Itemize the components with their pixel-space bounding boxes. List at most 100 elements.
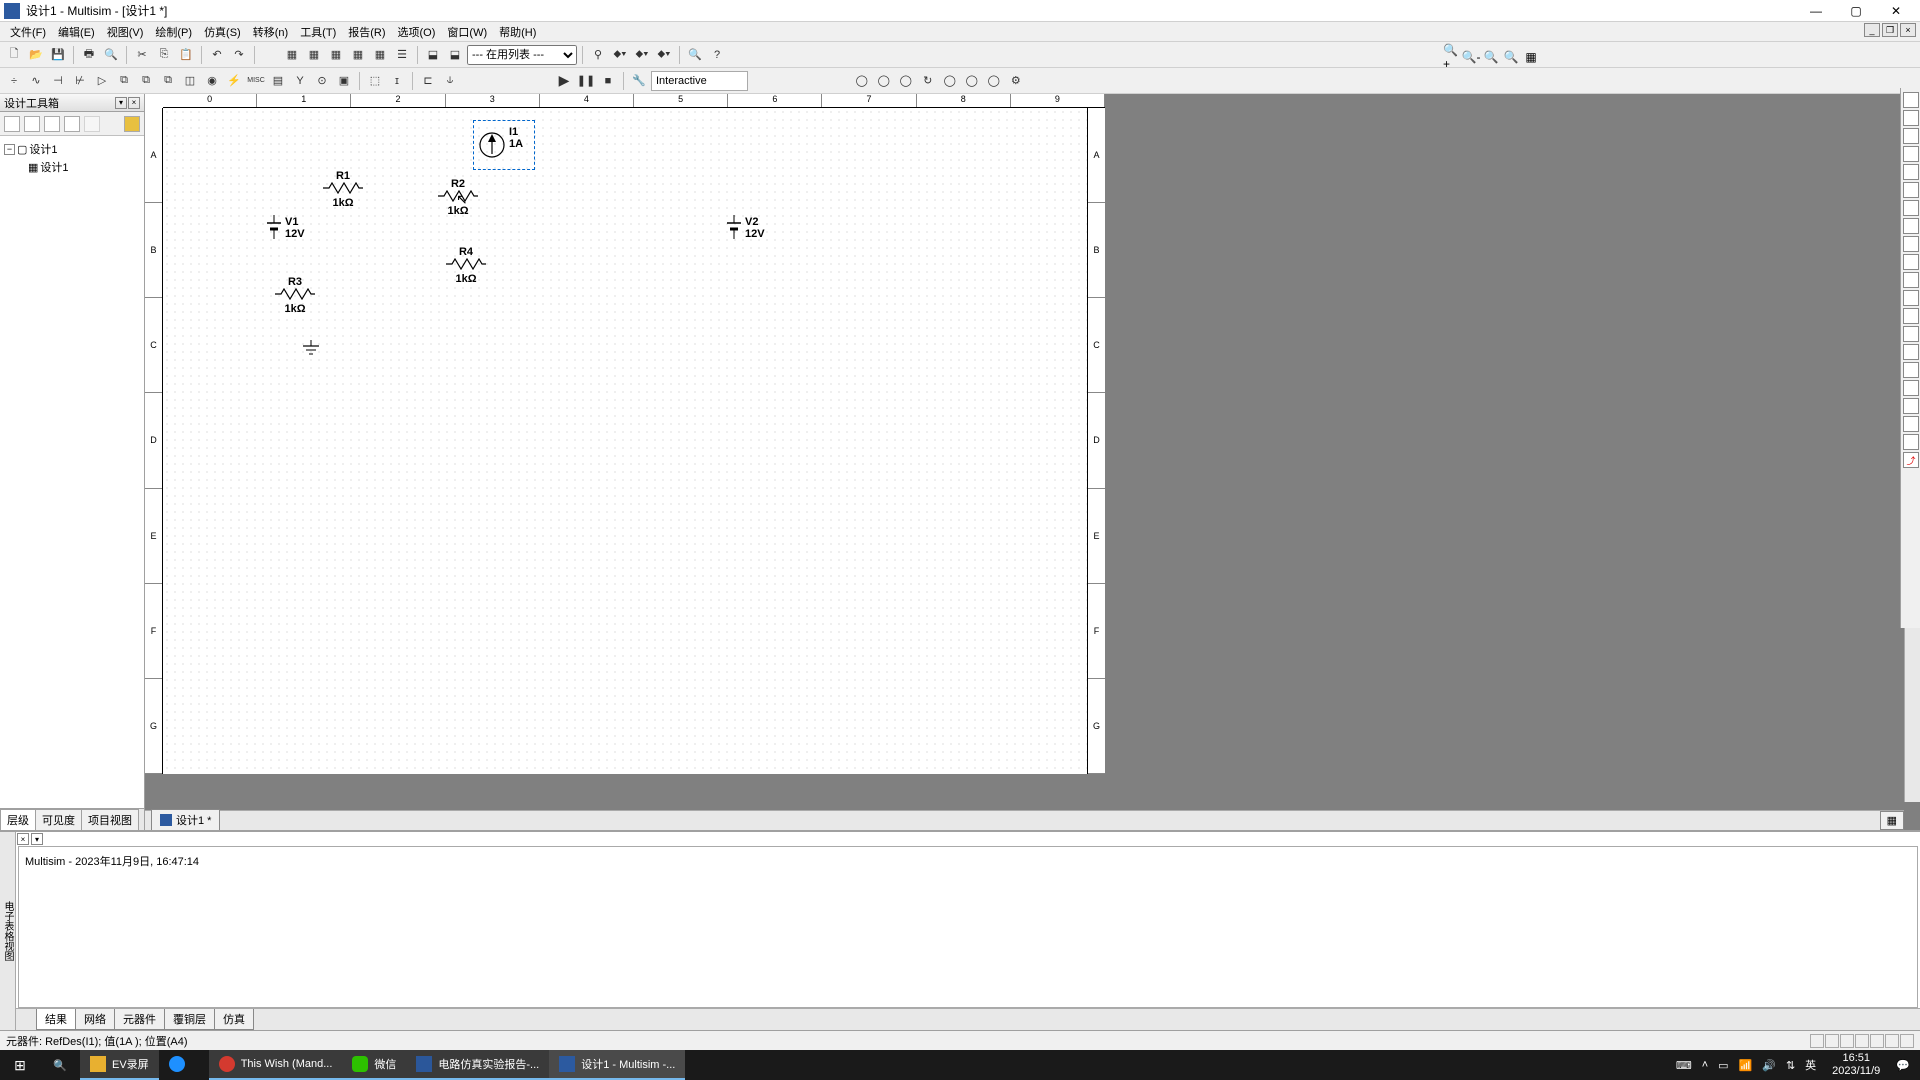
probe7-icon[interactable]: ◯ xyxy=(984,71,1004,91)
interactive-icon[interactable]: 🔧 xyxy=(629,71,649,91)
probe-settings-icon[interactable]: ⚙ xyxy=(1006,71,1026,91)
instrument-elvis-icon[interactable] xyxy=(1903,434,1919,450)
paste-icon[interactable]: 📋 xyxy=(176,45,196,65)
probe1-icon[interactable]: ◯ xyxy=(852,71,872,91)
component-r1[interactable]: R1 1kΩ xyxy=(323,170,363,209)
instrument-labview-icon[interactable] xyxy=(1903,416,1919,432)
panel-close-button[interactable]: × xyxy=(128,97,140,109)
sh-tab-copper[interactable]: 覆铜层 xyxy=(164,1009,215,1030)
instrument-net-icon[interactable] xyxy=(1903,326,1919,342)
copy-icon[interactable]: ⎘ xyxy=(154,45,174,65)
place-misc-digital-icon[interactable]: ⧉ xyxy=(158,71,178,91)
tray-chevron-up-icon[interactable]: ˄ xyxy=(1702,1059,1708,1071)
zoom-in-icon[interactable]: 🔍+ xyxy=(1442,48,1460,66)
tab-project-view[interactable]: 项目视图 xyxy=(81,809,139,830)
log-area[interactable]: Multisim - 2023年11月9日, 16:47:14 xyxy=(18,846,1918,1008)
pause-button[interactable]: ❚❚ xyxy=(576,71,596,91)
panel-dropdown-button[interactable]: ▾ xyxy=(115,97,127,109)
component-v2[interactable]: V2 12V xyxy=(723,213,765,243)
place-misc-icon[interactable]: MISC xyxy=(246,71,266,91)
place-junction-icon[interactable]: ⫝ xyxy=(440,71,460,91)
zoom-area-icon[interactable]: 🔍 xyxy=(1482,48,1500,66)
menu-reports[interactable]: 报告(R) xyxy=(342,22,391,42)
canvas-tab-design1[interactable]: 设计1 * xyxy=(151,809,220,830)
schematic-sheet[interactable]: 0123456789 ABCDEFG ABCDEFG I1 1A xyxy=(145,94,1105,774)
spreadsheet-close-button[interactable]: × xyxy=(17,833,29,845)
place-mixed-icon[interactable]: ◫ xyxy=(180,71,200,91)
tab-hierarchy[interactable]: 层级 xyxy=(0,809,36,830)
marker4-icon[interactable]: ⬥▾ xyxy=(654,45,674,65)
sh-tab-results[interactable]: 结果 xyxy=(36,1009,76,1030)
probe6-icon[interactable]: ◯ xyxy=(962,71,982,91)
instrument-tek-scope-icon[interactable] xyxy=(1903,398,1919,414)
instrument-wordgen-icon[interactable] xyxy=(1903,218,1919,234)
instrument-current-probe-icon[interactable]: ⤴ xyxy=(1903,452,1919,468)
place-analog-icon[interactable]: ▷ xyxy=(92,71,112,91)
marker3-icon[interactable]: ⬥▾ xyxy=(632,45,652,65)
place-hier-icon[interactable]: ⬚ xyxy=(365,71,385,91)
in-use-list-select[interactable]: --- 在用列表 --- xyxy=(467,45,577,65)
instrument-scope-icon[interactable] xyxy=(1903,146,1919,162)
minimize-button[interactable]: — xyxy=(1796,1,1836,21)
place-rf-icon[interactable]: Y xyxy=(290,71,310,91)
maximize-button[interactable]: ▢ xyxy=(1836,1,1876,21)
place-electromech-icon[interactable]: ⊙ xyxy=(312,71,332,91)
instrument-wattmeter-icon[interactable] xyxy=(1903,128,1919,144)
mdi-minimize-button[interactable]: _ xyxy=(1864,23,1880,37)
help-search-icon[interactable]: 🔍 xyxy=(685,45,705,65)
spreadsheet-dropdown-button[interactable]: ▾ xyxy=(31,833,43,845)
tray-ime[interactable]: 英 xyxy=(1805,1057,1816,1073)
db2-icon[interactable]: ⬓ xyxy=(445,45,465,65)
sh-tab-nets[interactable]: 网络 xyxy=(75,1009,115,1030)
place-diode-icon[interactable]: ⊣ xyxy=(48,71,68,91)
menu-edit[interactable]: 编辑(E) xyxy=(52,22,101,42)
component-i1-label[interactable]: I1 1A xyxy=(509,126,523,150)
place-indicator-icon[interactable]: ◉ xyxy=(202,71,222,91)
place-source-icon[interactable]: ÷ xyxy=(4,71,24,91)
menu-tools[interactable]: 工具(T) xyxy=(294,22,342,42)
instrument-freq-icon[interactable] xyxy=(1903,200,1919,216)
toggle-sheet1-icon[interactable]: ▦ xyxy=(282,45,302,65)
tray-wifi-icon[interactable]: 📶 xyxy=(1739,1059,1753,1072)
place-conn-icon[interactable]: ⊏ xyxy=(418,71,438,91)
taskbar-item-wechat[interactable]: 微信 xyxy=(342,1050,406,1080)
expander-icon[interactable]: − xyxy=(4,144,15,155)
tb-save-icon[interactable] xyxy=(44,116,60,132)
place-transistor-icon[interactable]: ⊬ xyxy=(70,71,90,91)
tb-open-icon[interactable] xyxy=(24,116,40,132)
close-button[interactable]: ✕ xyxy=(1876,1,1916,21)
mdi-close-button[interactable]: × xyxy=(1900,23,1916,37)
instrument-spec-icon[interactable] xyxy=(1903,308,1919,324)
toggle-sheet2-icon[interactable]: ▦ xyxy=(304,45,324,65)
tree-child-node[interactable]: ▦ 设计1 xyxy=(4,158,140,176)
tb-new-icon[interactable] xyxy=(4,116,20,132)
probe4-icon[interactable]: ↻ xyxy=(918,71,938,91)
open-icon[interactable]: 📂 xyxy=(26,45,46,65)
tb-refresh-icon[interactable] xyxy=(124,116,140,132)
instrument-agilent-mm-icon[interactable] xyxy=(1903,362,1919,378)
instrument-logic-conv-icon[interactable] xyxy=(1903,254,1919,270)
menu-view[interactable]: 视图(V) xyxy=(101,22,150,42)
sh-tab-sim[interactable]: 仿真 xyxy=(214,1009,254,1030)
toggle-list-icon[interactable]: ☰ xyxy=(392,45,412,65)
probe5-icon[interactable]: ◯ xyxy=(940,71,960,91)
db-icon[interactable]: ⬓ xyxy=(423,45,443,65)
mdi-restore-button[interactable]: ❐ xyxy=(1882,23,1898,37)
probe3-icon[interactable]: ◯ xyxy=(896,71,916,91)
menu-window[interactable]: 窗口(W) xyxy=(441,22,493,42)
tray-sync-icon[interactable]: ⇅ xyxy=(1786,1059,1795,1072)
run-button[interactable]: ▶ xyxy=(554,71,574,91)
instrument-logic-analyzer-icon[interactable] xyxy=(1903,236,1919,252)
sh-tab-components[interactable]: 元器件 xyxy=(114,1009,165,1030)
marker2-icon[interactable]: ⬥▾ xyxy=(610,45,630,65)
zoom-full-icon[interactable]: ▦ xyxy=(1522,48,1540,66)
instrument-multimeter-icon[interactable] xyxy=(1903,92,1919,108)
tree-root-node[interactable]: − ▢ 设计1 xyxy=(4,140,140,158)
help-icon[interactable]: ? xyxy=(707,45,727,65)
toggle-sheet4-icon[interactable]: ▦ xyxy=(348,45,368,65)
instrument-agilent-fg-icon[interactable] xyxy=(1903,344,1919,360)
instrument-funcgen-icon[interactable] xyxy=(1903,110,1919,126)
place-cmos-icon[interactable]: ⧉ xyxy=(136,71,156,91)
place-power-icon[interactable]: ⚡ xyxy=(224,71,244,91)
probe2-icon[interactable]: ◯ xyxy=(874,71,894,91)
